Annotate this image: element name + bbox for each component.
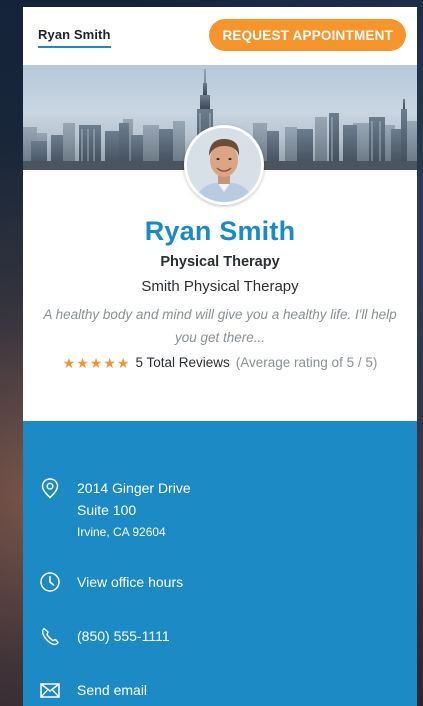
reviews-count-link[interactable]: 5 Total Reviews	[135, 355, 229, 370]
address: 2014 Ginger Drive Suite 100 Irvine, CA 9…	[77, 477, 191, 543]
avatar	[184, 125, 264, 205]
rating-stars: ★ ★ ★ ★ ★	[63, 356, 130, 370]
top-bar: Ryan Smith REQUEST APPOINTMENT	[23, 7, 417, 65]
location-pin-icon	[41, 478, 59, 499]
reviews-summary: ★ ★ ★ ★ ★ 5 Total Reviews (Average ratin…	[23, 355, 417, 370]
average-rating: (Average rating of 5 / 5)	[235, 355, 378, 370]
address-line3: Irvine, CA 92604	[77, 525, 166, 539]
doctor-portrait	[187, 128, 261, 202]
phone-row[interactable]: (850) 555-1111	[39, 625, 170, 647]
envelope-icon	[40, 683, 60, 698]
address-row: 2014 Ginger Drive Suite 100 Irvine, CA 9…	[39, 477, 191, 543]
doctor-name: Ryan Smith	[144, 216, 296, 246]
practice-name: Smith Physical Therapy	[141, 278, 299, 295]
send-email-link[interactable]: Send email	[77, 679, 147, 701]
address-line1: 2014 Ginger Drive	[77, 480, 191, 496]
star-icon: ★	[76, 354, 89, 371]
email-row[interactable]: Send email	[39, 679, 147, 701]
profile-card: Ryan Smith REQUEST APPOINTMENT Ryan Smit…	[23, 7, 417, 706]
view-office-hours-link[interactable]: View office hours	[77, 571, 183, 593]
request-appointment-button[interactable]: REQUEST APPOINTMENT	[209, 19, 406, 51]
phone-icon	[41, 627, 59, 646]
star-icon: ★	[62, 354, 76, 371]
star-icon: ★	[103, 354, 116, 371]
tagline: A healthy body and mind will give you a …	[43, 307, 397, 345]
star-icon: ★	[116, 354, 130, 371]
phone-number-link[interactable]: (850) 555-1111	[77, 625, 170, 647]
specialty: Physical Therapy	[160, 254, 280, 270]
address-line2: Suite 100	[77, 502, 137, 518]
contact-panel: 2014 Ginger Drive Suite 100 Irvine, CA 9…	[23, 421, 417, 706]
name-tab[interactable]: Ryan Smith	[38, 27, 111, 48]
clock-icon	[40, 572, 60, 592]
office-hours-row[interactable]: View office hours	[39, 571, 183, 593]
star-icon: ★	[89, 354, 103, 371]
